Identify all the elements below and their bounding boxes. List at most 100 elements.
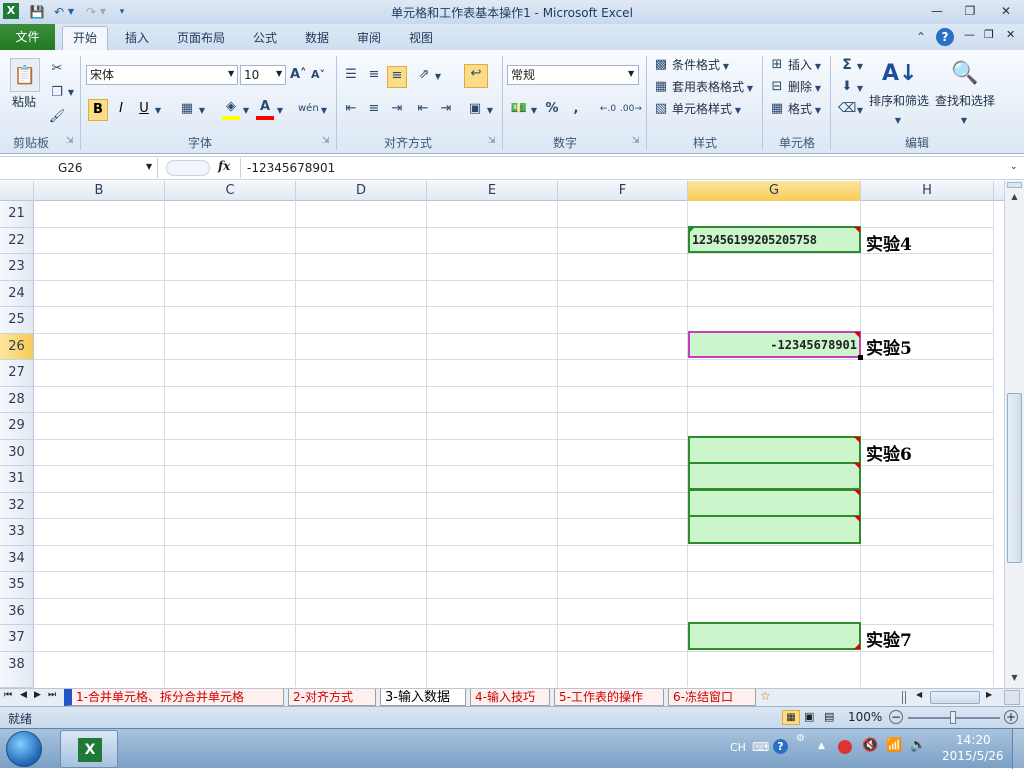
help-icon[interactable]: ? [936,28,954,46]
security-tray-icon[interactable] [838,740,852,754]
cell-g32[interactable] [688,489,861,517]
copy-icon[interactable]: ❐ [48,84,66,102]
column-header-c[interactable]: C [165,181,296,201]
orientation-icon[interactable]: ⇗ [415,66,433,84]
row-header[interactable]: 30 [0,439,34,466]
row-header[interactable]: 22 [0,227,34,254]
row-header[interactable]: 25 [0,307,34,334]
font-name-dropdown-icon[interactable]: ▼ [228,69,234,78]
tab-data[interactable]: 数据 [296,27,338,49]
workbook-close-icon[interactable]: ✕ [1006,28,1015,41]
hscroll-left-icon[interactable]: ◀ [916,690,922,699]
scroll-thumb[interactable] [1007,393,1022,563]
keyboard-icon[interactable]: ⌨ [752,740,769,754]
conditional-format-icon[interactable]: ▩ [652,56,670,74]
alignment-launcher-icon[interactable]: ⇲ [488,136,496,146]
sort-filter-dropdown-icon[interactable]: ▼ [894,112,902,130]
sheet-tab-2[interactable]: 2-对齐方式 [288,689,376,706]
find-select-dropdown-icon[interactable]: ▼ [960,112,968,130]
delete-cells-button[interactable]: 删除 [788,78,812,96]
borders-dropdown-icon[interactable]: ▼ [198,102,206,120]
format-cells-button[interactable]: 格式 [788,100,812,118]
format-as-table-icon[interactable]: ▦ [652,78,670,96]
format-cells-icon[interactable]: ▦ [768,100,786,118]
row-header[interactable]: 37 [0,625,34,652]
column-header-e[interactable]: E [427,181,558,201]
find-select-button[interactable]: 查找和选择 [935,92,995,110]
tab-view[interactable]: 视图 [400,27,442,49]
scroll-down-icon[interactable]: ▼ [1007,671,1022,685]
copy-dropdown-icon[interactable]: ▼ [66,84,76,102]
decrease-indent-icon[interactable]: ⇤ [414,100,432,118]
number-format-select[interactable]: 常规 [507,65,639,85]
language-indicator[interactable]: CH [730,741,746,754]
sort-filter-button[interactable]: 排序和筛选 [869,92,929,110]
row-header[interactable]: 36 [0,598,34,625]
percent-button[interactable]: % [543,100,561,118]
workbook-minimize-icon[interactable]: — [964,28,975,41]
row-header[interactable]: 32 [0,492,34,519]
accounting-format-icon[interactable]: 💵 [510,100,528,118]
tab-page-layout[interactable]: 页面布局 [170,27,232,49]
show-hidden-icons[interactable]: ▲ [818,741,825,751]
increase-indent-icon[interactable]: ⇥ [437,100,455,118]
last-sheet-icon[interactable]: ⏭ [48,690,56,700]
borders-icon[interactable]: ▦ [178,100,196,118]
phonetic-dropdown-icon[interactable]: ▼ [320,102,328,120]
font-color-dropdown-icon[interactable]: ▼ [276,102,284,120]
align-left-icon[interactable]: ⇤ [342,100,360,118]
conditional-format-dropdown-icon[interactable]: ▼ [722,58,730,76]
speaker-muted-tray-icon[interactable]: 🔇 [862,738,878,753]
column-header-h[interactable]: H [861,181,994,201]
format-as-table-dropdown-icon[interactable]: ▼ [746,80,754,98]
sheet-tab-3-active[interactable]: 3-输入数据 [380,689,466,706]
number-launcher-icon[interactable]: ⇲ [632,136,640,146]
fill-color-dropdown-icon[interactable]: ▼ [242,102,250,120]
clear-icon[interactable]: ⌫ [838,100,856,118]
row-header[interactable]: 26 [0,333,34,360]
font-name-select[interactable]: 宋体 [86,65,238,85]
cell-g37[interactable] [688,622,861,650]
normal-view-icon[interactable]: ▦ [782,710,800,725]
tab-formulas[interactable]: 公式 [244,27,286,49]
format-painter-icon[interactable]: 🖌 [48,108,66,126]
underline-dropdown-icon[interactable]: ▼ [154,102,162,120]
shrink-font-icon[interactable]: A˅ [310,66,326,84]
align-center-icon[interactable]: ≡ [365,100,383,118]
cut-icon[interactable]: ✂ [48,60,66,78]
grow-font-icon[interactable]: A˄ [290,66,307,84]
cell-styles-button[interactable]: 单元格样式 [672,100,732,118]
format-as-table-button[interactable]: 套用表格格式 [672,78,744,96]
bold-button[interactable]: B [88,99,108,121]
font-launcher-icon[interactable]: ⇲ [322,136,330,146]
split-box[interactable] [1007,182,1022,188]
zoom-out-icon[interactable]: − [889,710,903,724]
conditional-format-button[interactable]: 条件格式 [672,56,720,74]
row-header[interactable]: 34 [0,545,34,572]
align-right-icon[interactable]: ⇥ [388,100,406,118]
first-sheet-icon[interactable]: ⏮ [4,690,12,700]
fill-color-icon[interactable]: ◈ [222,98,240,120]
row-header[interactable]: 38 [0,651,34,688]
clear-dropdown-icon[interactable]: ▼ [856,102,864,120]
tab-review[interactable]: 审阅 [348,27,390,49]
phonetic-icon[interactable]: wén [298,100,319,118]
merge-dropdown-icon[interactable]: ▼ [486,102,494,120]
column-header-g[interactable]: G [688,181,861,201]
volume-tray-icon[interactable]: 🔊 [910,738,926,753]
zoom-level[interactable]: 100% [848,710,882,724]
show-desktop-button[interactable] [1012,729,1024,769]
comma-button[interactable]: , [567,100,585,118]
wrap-text-icon[interactable]: ↩ [464,64,488,88]
delete-dropdown-icon[interactable]: ▼ [814,80,822,98]
underline-button[interactable]: U [135,100,153,118]
column-header-b[interactable]: B [34,181,165,201]
restore-button[interactable]: ❐ [958,2,982,20]
zoom-in-icon[interactable]: + [1004,710,1018,724]
close-button[interactable]: ✕ [994,2,1018,20]
decrease-decimal-icon[interactable]: .00→ [620,100,642,118]
insert-cells-icon[interactable]: ⊞ [768,56,786,74]
italic-button[interactable]: I [112,100,130,118]
align-top-icon[interactable]: ☰ [342,66,360,84]
number-format-dropdown-icon[interactable]: ▼ [628,69,634,78]
